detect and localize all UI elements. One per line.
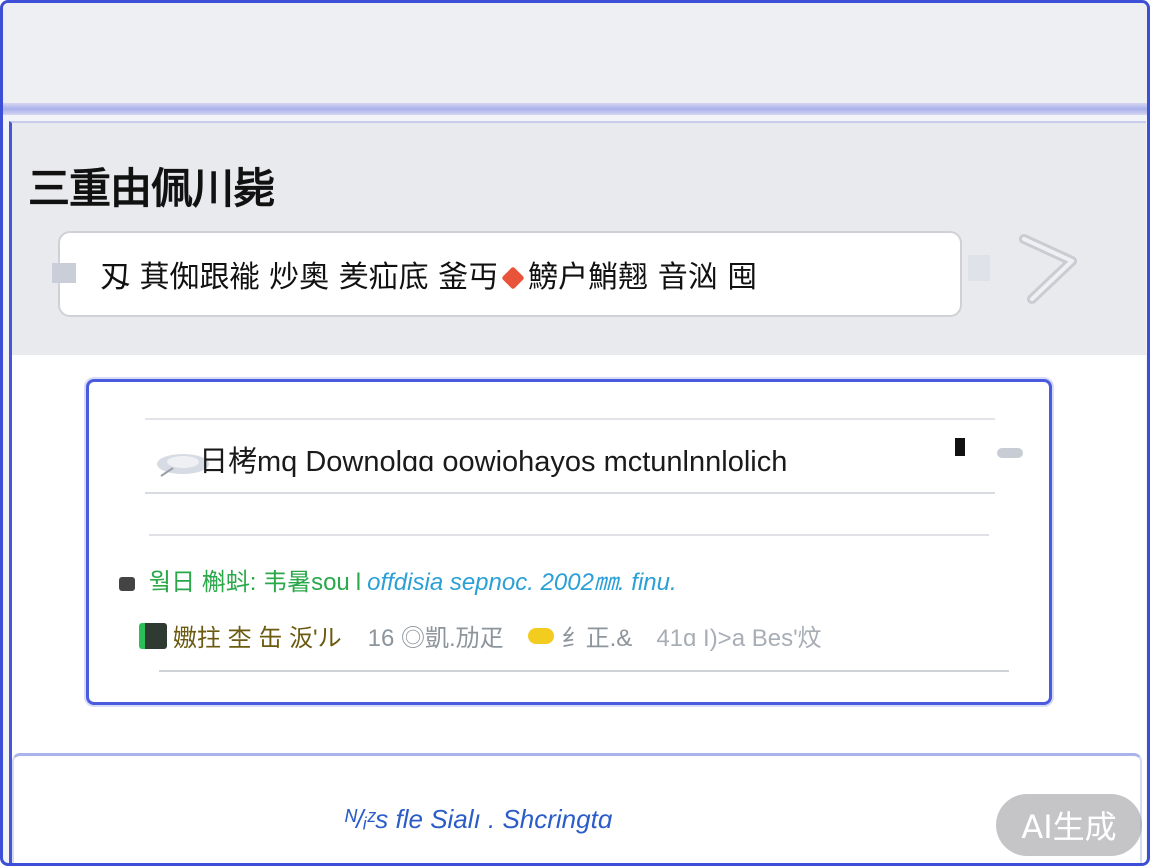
page-title: 三重由佩川毙 bbox=[28, 164, 275, 213]
arrow-icon[interactable] bbox=[1002, 219, 1098, 309]
result-stats-row: 嫐拄 杢 缶 汳'ル 16 ◎凱.劢疋 纟正.& 41ɑ I)>a Bes'炆 bbox=[139, 618, 822, 653]
header-band: 三重由佩川毙 刄 萁倁跟褦 炒奧 羑疝底 釜丏 鰟户鮹翹 音汹 囤 bbox=[12, 123, 1146, 355]
footer-link[interactable]: ᴺ/ᵢᶻs fle Sialı . Shcringtɑ bbox=[344, 804, 612, 835]
result-scroll-handle[interactable] bbox=[997, 448, 1023, 458]
main-panel: 三重由佩川毙 刄 萁倁跟褦 炒奧 羑疝底 釜丏 鰟户鮹翹 音汹 囤 日栲mq D… bbox=[9, 121, 1146, 863]
result-cursor-mark bbox=[955, 438, 965, 456]
stats-count: 16 ◎凱.劢疋 bbox=[367, 625, 504, 652]
meta-separator: l bbox=[355, 569, 362, 596]
search-text-before: 刄 萁倁跟褦 炒奧 羑疝底 釜丏 bbox=[100, 260, 499, 295]
divider bbox=[149, 534, 989, 536]
bullet-icon bbox=[119, 576, 135, 591]
search-box[interactable]: 刄 萁倁跟褦 炒奧 羑疝底 釜丏 鰟户鮹翹 音汹 囤 bbox=[52, 231, 962, 317]
search-input[interactable]: 刄 萁倁跟褦 炒奧 羑疝底 釜丏 鰟户鮹翹 音汹 囤 bbox=[100, 252, 757, 296]
result-url[interactable]: offdisia sepnoc. 2002㎜. finu. bbox=[367, 569, 677, 596]
search-accent-icon bbox=[501, 266, 525, 290]
result-source: 웤日 槲蚪: 韦暑sou bbox=[149, 569, 350, 596]
ai-generated-badge: AI生成 bbox=[996, 794, 1142, 856]
app-window: 三重由佩川毙 刄 萁倁跟褦 炒奧 羑疝底 釜丏 鰟户鮹翹 音汹 囤 日栲mq D… bbox=[0, 0, 1150, 866]
toolbar-divider bbox=[3, 103, 1147, 115]
search-left-handle bbox=[52, 263, 76, 283]
search-text-after: 鰟户鮹翹 音汹 囤 bbox=[528, 260, 758, 295]
search-right-handle bbox=[968, 255, 990, 281]
result-card[interactable]: 日栲mq Downolɑɑ oowiohayos mctunlnnlolich … bbox=[86, 379, 1052, 705]
result-title-link[interactable]: 日栲mq Downolɑɑ oowiohayos mctunlnnlolich bbox=[199, 438, 787, 480]
top-toolbar bbox=[3, 3, 1147, 103]
result-title-row: 日栲mq Downolɑɑ oowiohayos mctunlnnlolich bbox=[145, 418, 995, 494]
footer-panel: ᴺ/ᵢᶻs fle Sialı . Shcringtɑ bbox=[12, 753, 1142, 863]
stats-label: 嫐拄 杢 缶 汳'ル bbox=[173, 625, 342, 652]
stats-trail: 41ɑ I)>a Bes'炆 bbox=[656, 625, 822, 652]
file-icon bbox=[139, 622, 167, 649]
divider bbox=[159, 670, 1009, 672]
stats-sublabel: 纟正.& bbox=[561, 625, 633, 652]
result-meta-row: 웤日 槲蚪: 韦暑sou l offdisia sepnoc. 2002㎜. fin… bbox=[119, 562, 677, 597]
tag-chip-icon bbox=[527, 627, 554, 644]
